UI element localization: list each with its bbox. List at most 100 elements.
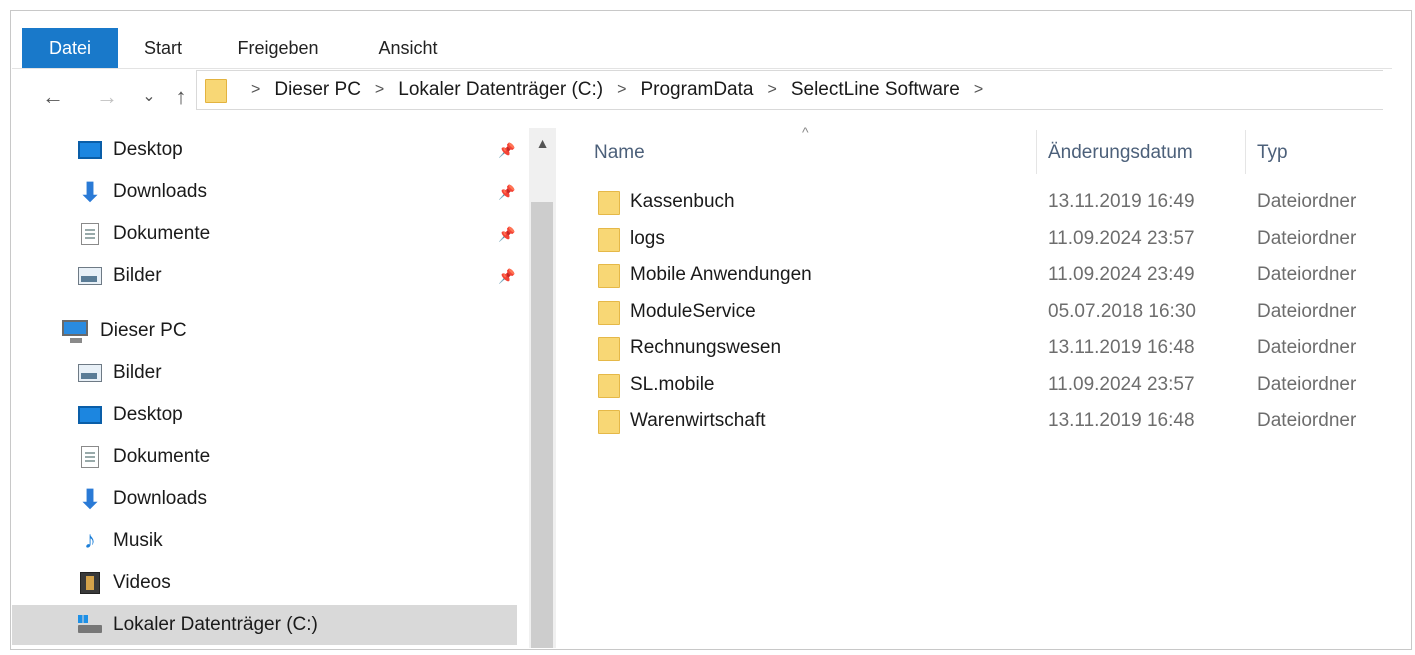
- pictures-icon: [78, 364, 102, 382]
- download-icon: ⬇: [79, 484, 101, 514]
- list-item[interactable]: Rechnungswesen 13.11.2019 16:48 Dateiord…: [590, 331, 1410, 368]
- file-name: ModuleService: [630, 300, 756, 322]
- address-bar[interactable]: > Dieser PC > Lokaler Datenträger (C:) >…: [196, 70, 1383, 110]
- nav-pane-scrollbar[interactable]: ▲: [529, 128, 556, 648]
- nav-item-label: Bilder: [113, 265, 162, 286]
- folder-icon: [598, 410, 620, 434]
- pin-icon[interactable]: 📌: [497, 130, 517, 170]
- file-name: Warenwirtschaft: [630, 410, 766, 431]
- tab-freigeben[interactable]: Freigeben: [228, 28, 328, 68]
- file-type: Dateiordner: [1257, 300, 1357, 322]
- pictures-icon: [78, 267, 102, 285]
- nav-item-label: Lokaler Datenträger (C:): [113, 614, 318, 635]
- navigation-pane: Desktop 📌 ⬇ Downloads 📌 Dokumente 📌 Bild…: [12, 118, 517, 645]
- column-header-date[interactable]: Änderungsdatum: [1048, 128, 1193, 178]
- chevron-right-icon[interactable]: >: [251, 81, 260, 99]
- chevron-up-icon[interactable]: ▲: [529, 128, 556, 158]
- pin-icon[interactable]: 📌: [497, 172, 517, 212]
- file-date: 11.09.2024 23:49: [1048, 264, 1195, 285]
- list-item[interactable]: Kassenbuch 13.11.2019 16:49 Dateiordner: [590, 185, 1410, 222]
- file-type: Dateiordner: [1257, 191, 1357, 212]
- nav-item-label: Dokumente: [113, 446, 211, 467]
- pin-icon[interactable]: 📌: [497, 256, 517, 296]
- tab-datei[interactable]: Datei: [22, 28, 118, 68]
- nav-item-label: Bilder: [113, 362, 162, 383]
- file-name: Kassenbuch: [630, 191, 735, 212]
- nav-item-downloads-quick[interactable]: ⬇ Downloads 📌: [12, 172, 517, 212]
- column-header-type[interactable]: Typ: [1257, 128, 1288, 178]
- file-type: Dateiordner: [1257, 410, 1357, 431]
- nav-item-this-pc[interactable]: Dieser PC: [12, 311, 517, 351]
- recent-locations-button[interactable]: ⌄: [134, 82, 164, 112]
- column-divider[interactable]: [1245, 130, 1246, 174]
- up-button[interactable]: ↑: [166, 82, 196, 112]
- file-date: 13.11.2019 16:48: [1048, 410, 1195, 431]
- nav-item-label: Dokumente: [113, 223, 211, 244]
- nav-item-label: Videos: [113, 572, 171, 593]
- nav-item-label: Downloads: [113, 488, 207, 509]
- list-item[interactable]: logs 11.09.2024 23:57 Dateiordner: [590, 222, 1410, 259]
- download-icon: ⬇: [79, 177, 101, 207]
- back-button[interactable]: ←: [38, 82, 68, 112]
- nav-item-label: Downloads: [113, 181, 207, 202]
- forward-button[interactable]: →: [92, 82, 122, 112]
- nav-item-documents-quick[interactable]: Dokumente 📌: [12, 214, 517, 254]
- list-item[interactable]: ModuleService 05.07.2018 16:30 Dateiordn…: [590, 295, 1410, 332]
- folder-icon: [598, 264, 620, 288]
- nav-item-documents[interactable]: Dokumente: [12, 437, 517, 477]
- chevron-right-icon[interactable]: >: [767, 81, 776, 99]
- music-icon: ♪: [84, 527, 96, 554]
- nav-item-desktop-quick[interactable]: Desktop 📌: [12, 130, 517, 170]
- nav-item-pictures[interactable]: Bilder: [12, 353, 517, 393]
- file-name: SL.mobile: [630, 373, 715, 395]
- computer-icon: [62, 320, 88, 343]
- breadcrumb-this-pc[interactable]: Dieser PC: [274, 79, 361, 101]
- folder-icon: [598, 191, 620, 215]
- folder-icon: [598, 373, 620, 398]
- drive-icon: [78, 615, 102, 633]
- tab-ansicht[interactable]: Ansicht: [368, 28, 448, 68]
- column-header-name[interactable]: Name: [594, 128, 645, 178]
- breadcrumb-programdata[interactable]: ProgramData: [640, 79, 753, 101]
- videos-icon: [80, 572, 100, 594]
- folder-icon: [205, 79, 227, 103]
- nav-item-local-disk[interactable]: Lokaler Datenträger (C:): [12, 605, 517, 645]
- ribbon: Datei Start Freigeben Ansicht: [12, 18, 1392, 69]
- chevron-right-icon[interactable]: >: [974, 81, 983, 99]
- chevron-right-icon[interactable]: >: [617, 81, 626, 99]
- file-name: logs: [630, 227, 665, 249]
- breadcrumb-selectline[interactable]: SelectLine Software: [791, 79, 960, 101]
- file-date: 13.11.2019 16:49: [1048, 191, 1195, 212]
- nav-item-label: Dieser PC: [100, 320, 187, 341]
- list-item[interactable]: Warenwirtschaft 13.11.2019 16:48 Dateior…: [590, 404, 1410, 441]
- nav-item-label: Desktop: [113, 404, 183, 425]
- file-type: Dateiordner: [1257, 264, 1357, 285]
- nav-item-pictures-quick[interactable]: Bilder 📌: [12, 256, 517, 296]
- file-name: Mobile Anwendungen: [630, 264, 812, 285]
- list-item[interactable]: Mobile Anwendungen 11.09.2024 23:49 Date…: [590, 258, 1410, 295]
- nav-item-music[interactable]: ♪ Musik: [12, 521, 517, 561]
- nav-item-videos[interactable]: Videos: [12, 563, 517, 603]
- file-date: 11.09.2024 23:57: [1048, 227, 1195, 249]
- scrollbar-thumb[interactable]: [531, 202, 553, 648]
- sort-ascending-icon: ^: [802, 124, 809, 140]
- nav-item-downloads[interactable]: ⬇ Downloads: [12, 479, 517, 519]
- file-name: Rechnungswesen: [630, 337, 782, 358]
- pin-icon[interactable]: 📌: [497, 214, 517, 254]
- column-headers: ^ Name Änderungsdatum Typ: [590, 124, 1410, 178]
- file-list: Kassenbuch 13.11.2019 16:49 Dateiordner …: [590, 185, 1410, 441]
- breadcrumb: > Dieser PC > Lokaler Datenträger (C:) >…: [237, 71, 997, 109]
- file-type: Dateiordner: [1257, 373, 1357, 395]
- nav-item-label: Musik: [113, 530, 163, 551]
- tab-start[interactable]: Start: [130, 28, 196, 68]
- nav-item-desktop[interactable]: Desktop: [12, 395, 517, 435]
- folder-icon: [598, 300, 620, 325]
- desktop-icon: [78, 141, 102, 159]
- list-item[interactable]: SL.mobile 11.09.2024 23:57 Dateiordner: [590, 368, 1410, 405]
- breadcrumb-local-disk[interactable]: Lokaler Datenträger (C:): [398, 79, 603, 101]
- documents-icon: [81, 223, 99, 245]
- column-divider[interactable]: [1036, 130, 1037, 174]
- folder-icon: [598, 227, 620, 252]
- file-date: 11.09.2024 23:57: [1048, 373, 1195, 395]
- chevron-right-icon[interactable]: >: [375, 81, 384, 99]
